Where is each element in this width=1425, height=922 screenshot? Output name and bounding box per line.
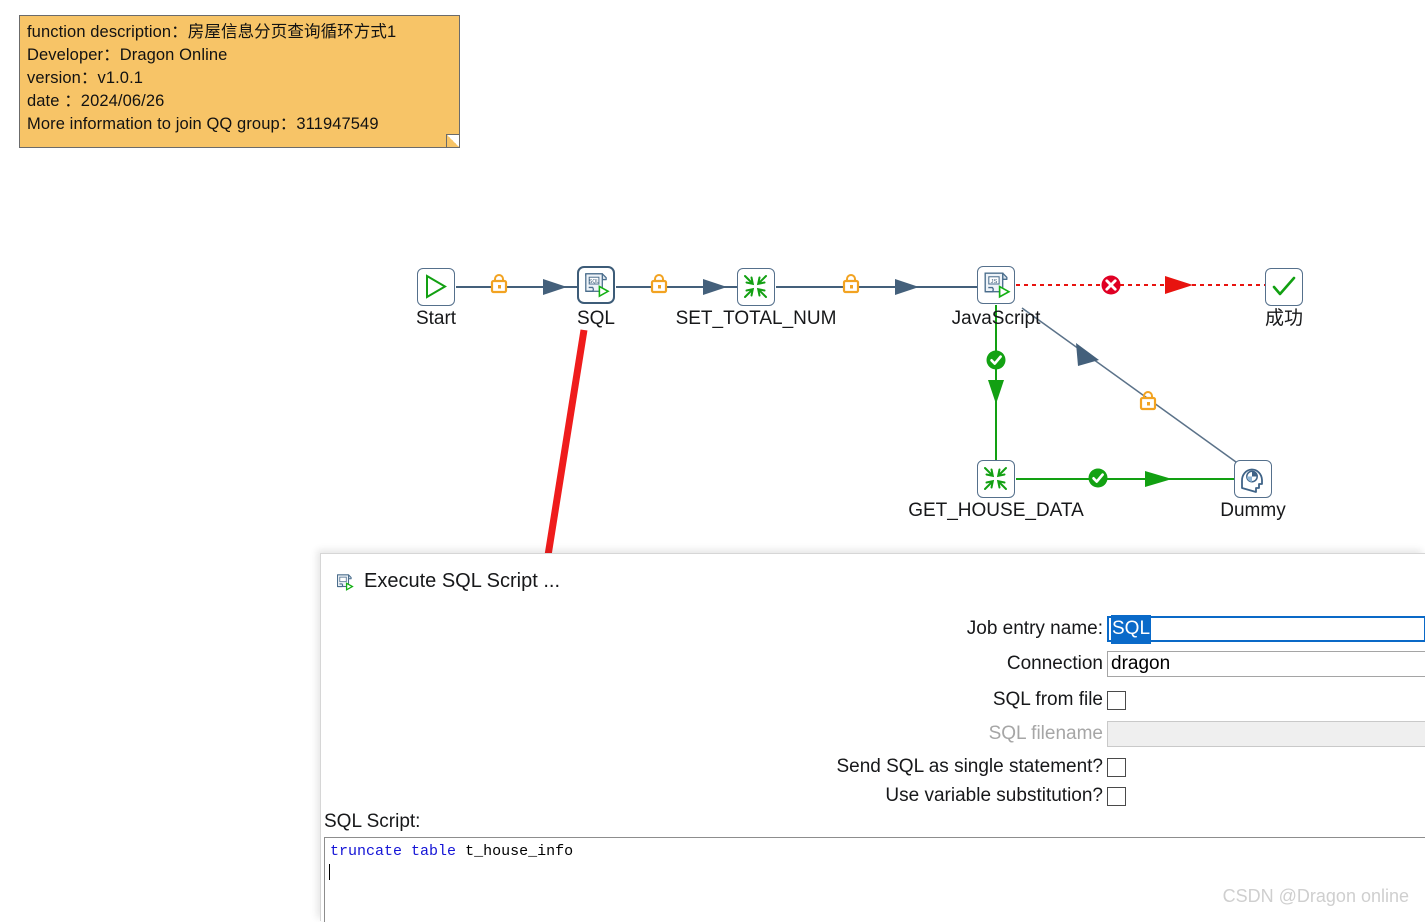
connection-value: dragon	[1111, 653, 1171, 674]
job-node-success[interactable]	[1265, 268, 1303, 306]
job-node-label-set-total-num: SET_TOTAL_NUM	[675, 308, 837, 329]
error-x-icon[interactable]	[1101, 275, 1121, 295]
lock-icon[interactable]	[842, 274, 860, 294]
sql-keyword-truncate: truncate	[330, 843, 403, 860]
job-node-label-success: 成功	[1264, 308, 1304, 329]
job-node-start[interactable]	[417, 268, 455, 306]
job-node-label-dummy: Dummy	[1220, 500, 1286, 521]
hop-arrowhead-sql-settotal	[703, 279, 727, 295]
text-caret	[329, 864, 330, 880]
sql-script-editor[interactable]: truncate table t_house_info	[324, 837, 1425, 922]
send-sql-single-checkbox[interactable]	[1107, 757, 1126, 777]
job-node-get-house-data[interactable]	[977, 460, 1015, 498]
use-variable-substitution-row: Use variable substitution?	[321, 783, 1425, 809]
execute-sql-script-icon: SQL	[585, 273, 610, 298]
svg-text:SQL: SQL	[589, 279, 599, 285]
sql-script-content: truncate table t_house_info	[325, 838, 1425, 861]
svg-text:JS: JS	[991, 279, 998, 285]
lock-icon[interactable]	[1139, 391, 1157, 411]
job-node-label-start: Start	[415, 308, 457, 329]
connection-input[interactable]: dragon	[1107, 651, 1425, 677]
use-variable-substitution-checkbox[interactable]	[1107, 786, 1126, 806]
dialog-titlebar: Execute SQL Script ...	[333, 570, 560, 593]
job-node-label-get-house-data: GET_HOUSE_DATA	[908, 500, 1084, 521]
sql-filename-label: SQL filename	[988, 723, 1103, 744]
hop-arrowhead-dummy-javascript	[1076, 343, 1099, 366]
execute-sql-script-dialog: Execute SQL Script ... Job entry name: S…	[320, 553, 1425, 922]
connection-row: Connection dragon	[321, 651, 1425, 677]
start-play-icon	[426, 274, 447, 299]
job-entry-name-label: Job entry name:	[966, 618, 1103, 639]
sql-from-file-label: SQL from file	[992, 689, 1103, 710]
sql-from-file-row: SQL from file	[321, 687, 1425, 713]
lock-icon[interactable]	[490, 274, 508, 294]
success-check-icon	[1272, 276, 1296, 296]
hop-dummy-javascript	[1021, 307, 1237, 463]
sql-from-file-checkbox[interactable]	[1107, 690, 1126, 710]
job-entry-name-row: Job entry name: SQL	[321, 614, 1425, 644]
note-line-1: Developer：Dragon Online	[27, 46, 228, 64]
hop-arrowhead-start-sql	[543, 279, 567, 295]
sql-filename-row: SQL filename	[321, 721, 1425, 747]
job-node-sql[interactable]: SQL	[577, 266, 615, 304]
sql-keyword-table: table	[411, 843, 457, 860]
sql-identifier: t_house_info	[465, 843, 574, 860]
job-node-label-sql: SQL	[576, 308, 616, 329]
hop-arrowhead-gethouse-dummy	[1145, 471, 1172, 487]
dialog-title: Execute SQL Script ...	[364, 570, 561, 592]
note-line-0: function description：房屋信息分页查询循环方式1	[27, 23, 397, 41]
note-line-2: version：v1.0.1	[27, 69, 144, 87]
success-check-circle-icon[interactable]	[1088, 468, 1108, 488]
job-node-dummy[interactable]	[1234, 460, 1272, 498]
job-entry-name-value: SQL	[1111, 614, 1152, 644]
note-line-4: More information to join QQ group：311947…	[27, 115, 379, 133]
use-variable-substitution-label: Use variable substitution?	[885, 785, 1103, 806]
javascript-script-icon: JS	[984, 272, 1011, 299]
job-node-label-javascript: JavaScript	[951, 308, 1041, 329]
job-entry-name-input[interactable]: SQL	[1107, 614, 1425, 644]
send-sql-single-label: Send SQL as single statement?	[836, 756, 1103, 777]
lock-icon[interactable]	[650, 274, 668, 294]
hop-arrowhead-javascript-success	[1165, 276, 1193, 294]
connection-label: Connection	[1006, 653, 1103, 674]
execute-sql-script-icon	[337, 573, 354, 591]
hop-arrowhead-settotal-javascript	[895, 279, 919, 295]
transformation-icon	[984, 467, 1007, 490]
sql-filename-input[interactable]	[1107, 721, 1425, 747]
send-sql-single-row: Send SQL as single statement?	[321, 754, 1425, 780]
function-description-note[interactable]: function description：房屋信息分页查询循环方式1 Devel…	[19, 15, 460, 148]
dummy-head-icon	[1241, 468, 1263, 493]
success-check-circle-icon[interactable]	[986, 350, 1006, 370]
job-node-javascript[interactable]: JS	[977, 266, 1015, 304]
hop-arrowhead-javascript-gethouse	[988, 380, 1004, 404]
job-node-set-total-num[interactable]	[737, 268, 775, 306]
watermark-text: CSDN @Dragon online	[1222, 886, 1409, 906]
note-dogear	[446, 134, 459, 147]
sql-script-label: SQL Script:	[324, 811, 421, 832]
transformation-icon	[744, 275, 767, 298]
note-line-3: date ：2024/06/26	[27, 92, 165, 110]
